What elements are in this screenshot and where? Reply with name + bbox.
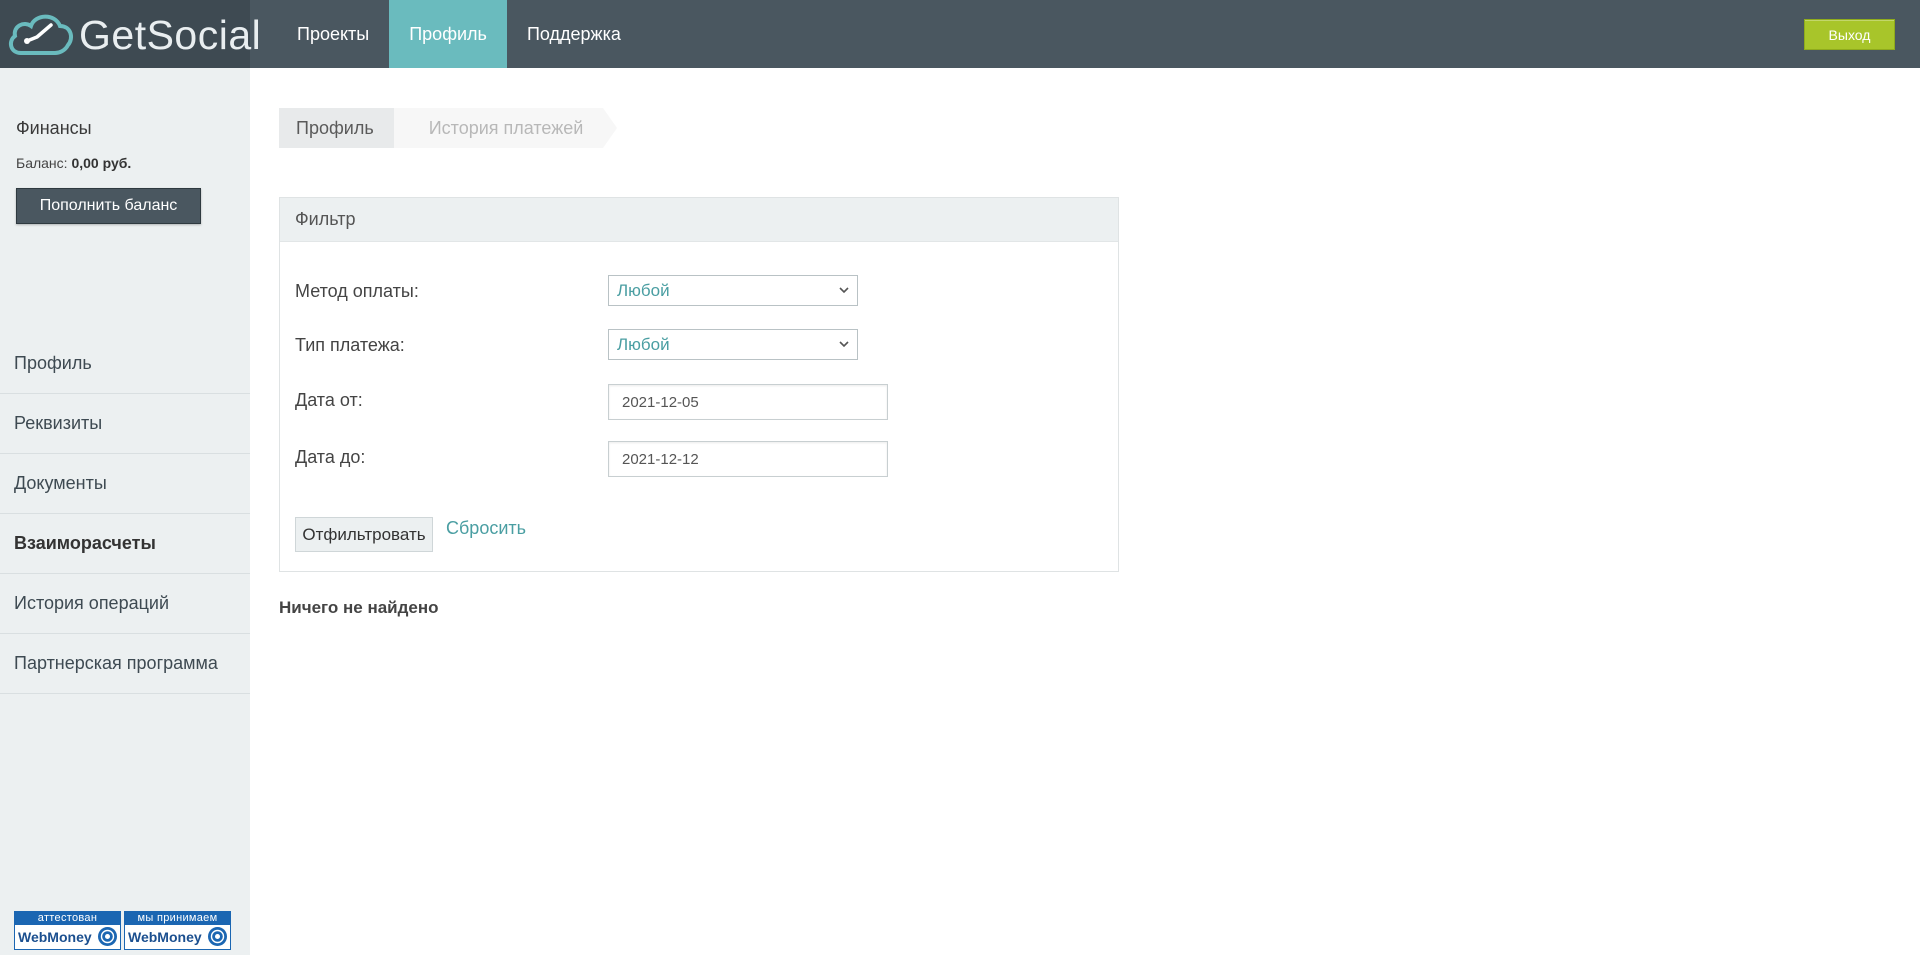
date-from-label: Дата от:	[295, 390, 363, 410]
payment-type-select[interactable]: Любой	[608, 329, 858, 360]
balance-label: Баланс:	[16, 155, 68, 171]
date-from-input[interactable]	[608, 384, 888, 420]
logout-button[interactable]: Выход	[1804, 19, 1895, 50]
sidebar-item-requisites[interactable]: Реквизиты	[0, 394, 250, 454]
chevron-down-icon	[839, 341, 849, 348]
breadcrumb-payment-history: История платежей	[393, 108, 617, 148]
sidebar-item-profile[interactable]: Профиль	[0, 334, 250, 394]
payment-method-value: Любой	[617, 280, 670, 300]
logo[interactable]: GetSocial	[0, 0, 261, 68]
payment-type-value: Любой	[617, 334, 670, 354]
sidebar-item-partner-program[interactable]: Партнерская программа	[0, 634, 250, 694]
filter-panel: Фильтр Метод оплаты: Любой Тип платежа: …	[279, 197, 1119, 572]
payment-method-select[interactable]: Любой	[608, 275, 858, 306]
filter-title: Фильтр	[280, 198, 1118, 242]
nav-support[interactable]: Поддержка	[507, 0, 641, 68]
cloud-check-icon	[8, 14, 74, 55]
webmoney-badges: аттестован WebMoney мы принимаем WebMone…	[14, 911, 231, 950]
balance: Баланс: 0,00 руб.	[16, 155, 131, 171]
nav-projects[interactable]: Проекты	[277, 0, 389, 68]
main-nav: Проекты Профиль Поддержка	[277, 0, 641, 68]
nav-profile[interactable]: Профиль	[389, 0, 507, 68]
topup-balance-button[interactable]: Пополнить баланс	[16, 188, 201, 224]
balance-value: 0,00 руб.	[71, 155, 132, 171]
payment-method-label: Метод оплаты:	[295, 281, 419, 301]
payment-type-label: Тип платежа:	[295, 335, 405, 355]
webmoney-globe-icon	[208, 927, 227, 946]
sidebar: Финансы Баланс: 0,00 руб. Пополнить бала…	[0, 68, 250, 955]
breadcrumb-profile[interactable]: Профиль	[279, 108, 408, 148]
webmoney-accepted-badge[interactable]: мы принимаем WebMoney	[124, 911, 231, 950]
sidebar-menu: Профиль Реквизиты Документы Взаиморасчет…	[0, 334, 250, 694]
logo-text: GetSocial	[79, 12, 262, 58]
top-navbar: GetSocial Проекты Профиль Поддержка Выхо…	[0, 0, 1920, 68]
date-to-input[interactable]	[608, 441, 888, 477]
sidebar-item-documents[interactable]: Документы	[0, 454, 250, 514]
sidebar-item-operations-history[interactable]: История операций	[0, 574, 250, 634]
webmoney-globe-icon	[98, 927, 117, 946]
date-to-label: Дата до:	[295, 447, 366, 467]
breadcrumb: Профиль История платежей	[279, 108, 617, 148]
badge-top-text: мы принимаем	[125, 912, 230, 925]
sidebar-item-settlements[interactable]: Взаиморасчеты	[0, 514, 250, 574]
finance-title: Финансы	[16, 118, 92, 138]
filter-submit-button[interactable]: Отфильтровать	[295, 517, 433, 552]
webmoney-attested-badge[interactable]: аттестован WebMoney	[14, 911, 121, 950]
empty-results-message: Ничего не найдено	[279, 598, 439, 617]
badge-top-text: аттестован	[15, 912, 120, 925]
chevron-down-icon	[839, 287, 849, 294]
filter-reset-link[interactable]: Сбросить	[446, 518, 526, 539]
